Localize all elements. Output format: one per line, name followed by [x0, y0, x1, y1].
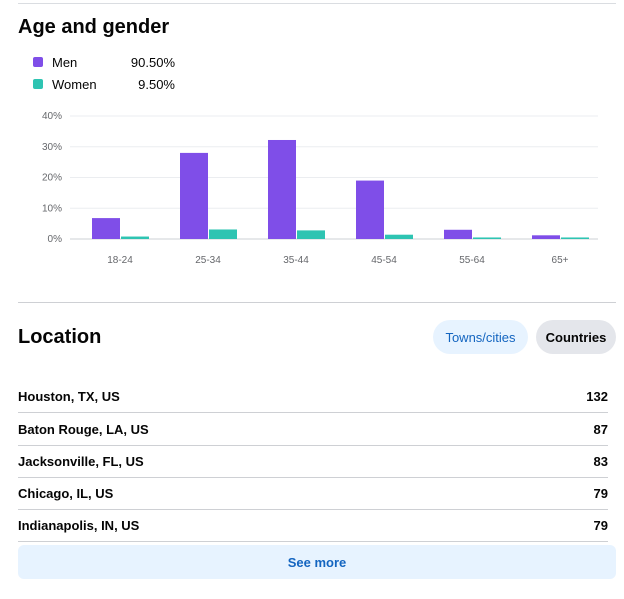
x-tick-label: 25-34	[195, 255, 221, 266]
age-gender-bar-chart: 0% 10% 20% 30% 40% 18-24 25-34 35-44 45-54 55-64 6…	[42, 111, 598, 266]
location-name: Chicago, IL, US	[18, 485, 114, 501]
bar-men-35-44[interactable]	[268, 139, 296, 239]
bar-men-25-34[interactable]	[180, 152, 208, 239]
location-title: Location	[18, 326, 102, 348]
bar-women-65+[interactable]	[561, 237, 589, 239]
location-count: 79	[593, 485, 608, 501]
men-swatch	[33, 57, 43, 67]
legend-label-men: Men	[52, 54, 78, 70]
location-name: Baton Rouge, LA, US	[18, 421, 149, 437]
bar-women-55-64[interactable]	[473, 237, 501, 239]
location-row: Houston, TX, US 132	[18, 380, 608, 413]
location-name: Indianapolis, IN, US	[18, 517, 140, 533]
location-row: Baton Rouge, LA, US 87	[18, 413, 608, 446]
bar-women-25-34[interactable]	[209, 229, 237, 239]
bar-men-55-64[interactable]	[444, 229, 472, 239]
see-more-button[interactable]: See more	[18, 545, 616, 579]
section-divider	[18, 302, 616, 303]
x-tick-label: 55-64	[459, 255, 485, 266]
top-divider	[18, 3, 616, 4]
women-swatch	[33, 79, 43, 89]
x-tick-label: 65+	[552, 255, 569, 266]
location-count: 87	[593, 421, 608, 437]
location-name: Jacksonville, FL, US	[18, 453, 144, 469]
bar-men-65+[interactable]	[532, 235, 560, 239]
location-name: Houston, TX, US	[18, 388, 120, 404]
y-tick-label: 20%	[42, 173, 62, 184]
legend-item-men: Men 90.50%	[33, 53, 175, 71]
location-count: 79	[593, 517, 608, 533]
y-tick-label: 40%	[42, 111, 62, 122]
bar-women-45-54[interactable]	[385, 234, 413, 239]
legend-item-women: Women 9.50%	[33, 75, 175, 93]
bar-women-18-24[interactable]	[121, 236, 149, 239]
tab-towns-cities[interactable]: Towns/cities	[433, 320, 528, 354]
x-tick-label: 18-24	[107, 255, 133, 266]
location-row: Indianapolis, IN, US 79	[18, 509, 608, 542]
bar-women-35-44[interactable]	[297, 230, 325, 239]
x-tick-label: 35-44	[283, 255, 309, 266]
legend-label-women: Women	[52, 76, 97, 92]
age-gender-title: Age and gender	[18, 16, 170, 38]
location-row: Chicago, IL, US 79	[18, 477, 608, 510]
location-row: Jacksonville, FL, US 83	[18, 445, 608, 478]
y-tick-label: 30%	[42, 142, 62, 153]
x-tick-label: 45-54	[371, 255, 397, 266]
legend-value-men: 90.50%	[130, 54, 175, 70]
y-tick-label: 0%	[48, 234, 63, 245]
tab-countries[interactable]: Countries	[536, 320, 616, 354]
bar-men-18-24[interactable]	[92, 218, 120, 239]
y-tick-label: 10%	[42, 203, 62, 214]
bar-men-45-54[interactable]	[356, 180, 384, 239]
legend-value-women: 9.50%	[138, 76, 175, 92]
location-count: 132	[586, 388, 608, 404]
location-count: 83	[593, 453, 608, 469]
